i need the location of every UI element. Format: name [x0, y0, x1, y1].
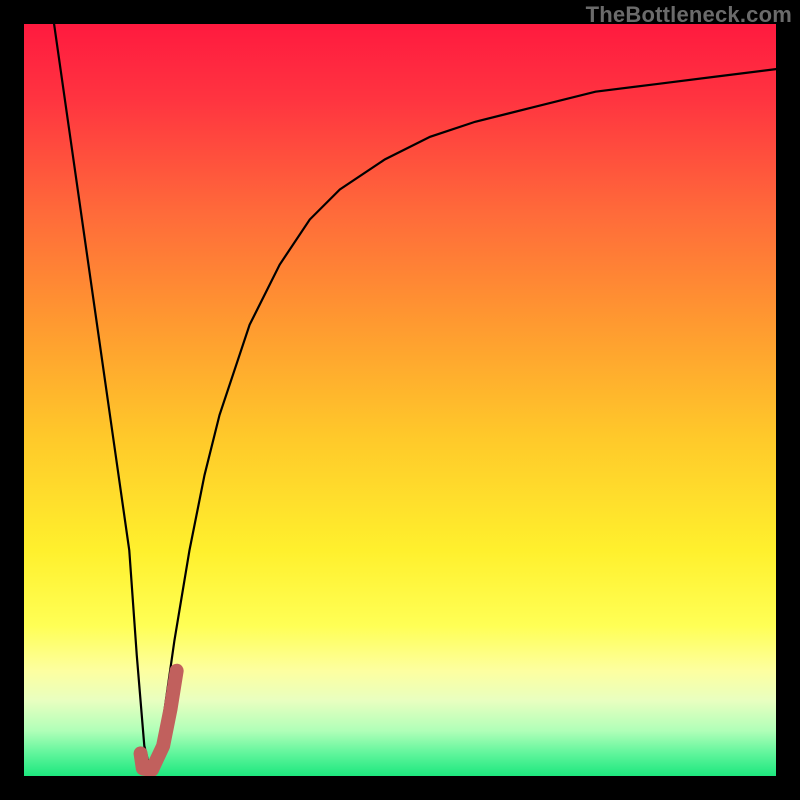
chart-frame: TheBottleneck.com	[0, 0, 800, 800]
watermark-label: TheBottleneck.com	[586, 2, 792, 28]
chart-svg	[24, 24, 776, 776]
plot-area	[24, 24, 776, 776]
